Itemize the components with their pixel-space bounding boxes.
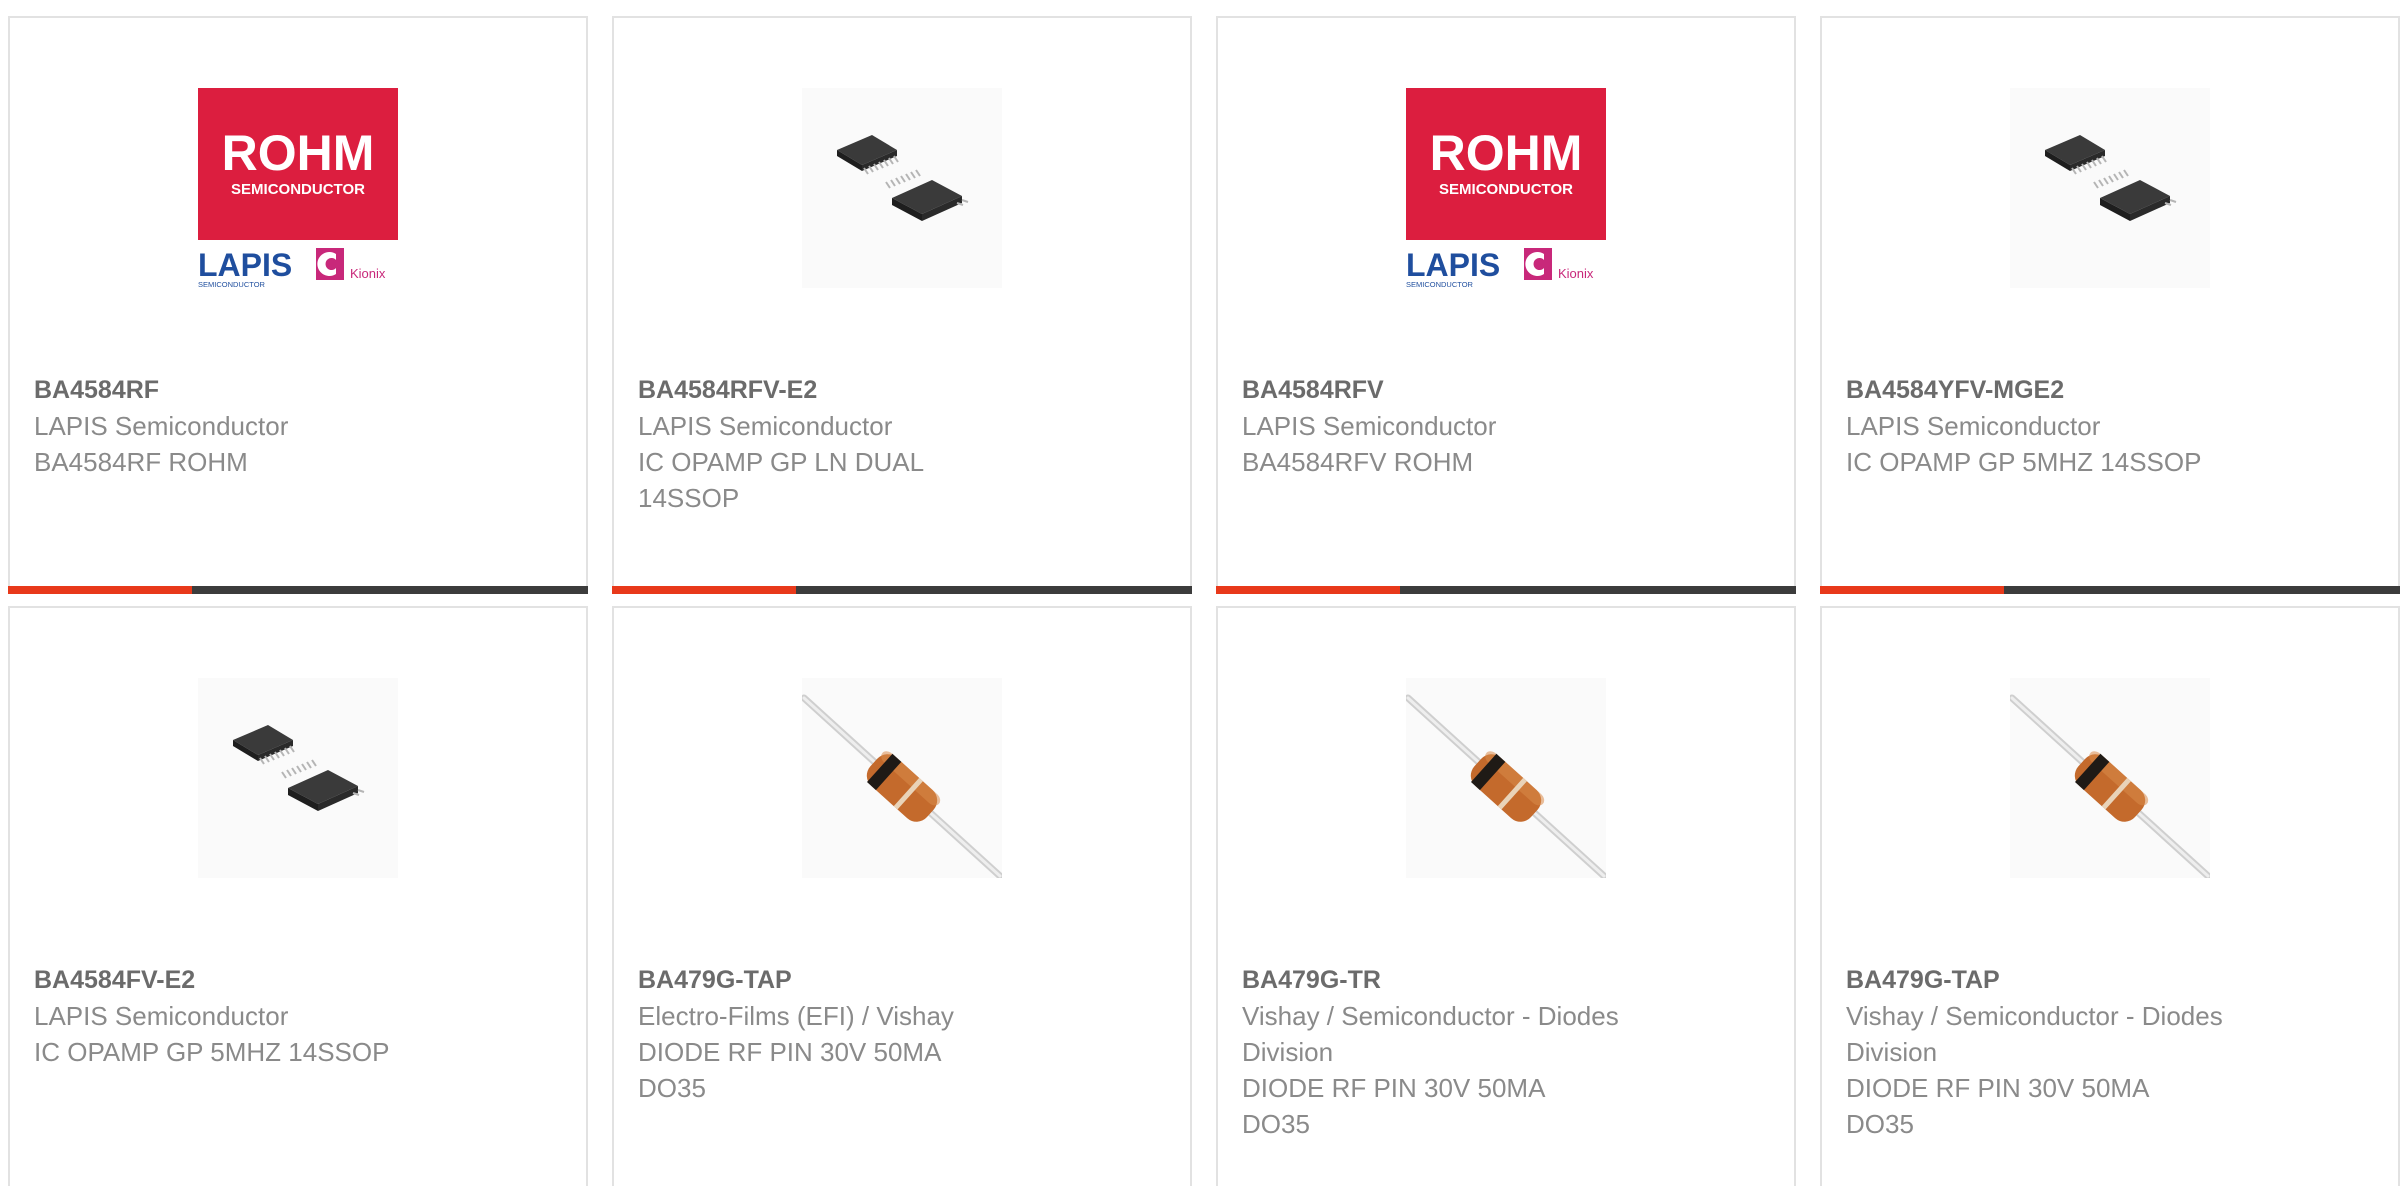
- manufacturer-name: LAPIS Semiconductor: [1242, 411, 1497, 441]
- part-number-link[interactable]: BA479G-TAP: [1846, 962, 2374, 998]
- product-card[interactable]: BA4584RFV-E2 LAPIS Semiconductor IC OPAM…: [612, 16, 1192, 594]
- card-accent-bar: [8, 586, 588, 594]
- manufacturer-name: LAPIS Semiconductor: [34, 411, 289, 441]
- product-card[interactable]: BA4584YFV-MGE2 LAPIS Semiconductor IC OP…: [1820, 16, 2400, 594]
- svg-text:ROHM: ROHM: [1430, 125, 1583, 181]
- axial-diode-icon: [2010, 678, 2210, 878]
- axial-diode-icon: [1406, 678, 1606, 878]
- product-card[interactable]: BA479G-TAP Electro-Films (EFI) / Vishay …: [612, 606, 1192, 1186]
- product-card[interactable]: ROHM SEMICONDUCTOR LAPIS SEMICONDUCTOR K…: [1216, 16, 1796, 594]
- product-info: BA4584RFV LAPIS Semiconductor BA4584RFV …: [1242, 372, 1770, 480]
- accent-segment: [8, 586, 192, 594]
- product-description: DIODE RF PIN 30V 50MA DO35: [638, 1037, 940, 1103]
- rohm-logo: ROHM SEMICONDUCTOR LAPIS SEMICONDUCTOR K…: [1406, 88, 1606, 289]
- card-accent-bar: [1820, 586, 2400, 594]
- part-number-link[interactable]: BA479G-TAP: [638, 962, 1166, 998]
- accent-segment: [1820, 586, 2004, 594]
- card-accent-bar: [612, 586, 1192, 594]
- product-image[interactable]: [2010, 88, 2210, 288]
- svg-text:Kionix: Kionix: [350, 266, 386, 281]
- manufacturer-name: Vishay / Semiconductor - Diodes Division: [1242, 1001, 1619, 1067]
- product-card[interactable]: BA479G-TR Vishay / Semiconductor - Diode…: [1216, 606, 1796, 1186]
- product-description: DIODE RF PIN 30V 50MA DO35: [1242, 1073, 1544, 1139]
- svg-text:SEMICONDUCTOR: SEMICONDUCTOR: [231, 181, 365, 198]
- svg-text:ROHM: ROHM: [222, 125, 375, 181]
- product-description: IC OPAMP GP 5MHZ 14SSOP: [1846, 447, 2202, 477]
- part-number-link[interactable]: BA4584RF: [34, 372, 562, 408]
- manufacturer-name: Electro-Films (EFI) / Vishay: [638, 1001, 954, 1031]
- svg-text:SEMICONDUCTOR: SEMICONDUCTOR: [1439, 181, 1573, 198]
- product-card[interactable]: BA479G-TAP Vishay / Semiconductor - Diod…: [1820, 606, 2400, 1186]
- product-description: DIODE RF PIN 30V 50MA DO35: [1846, 1073, 2148, 1139]
- product-info: BA479G-TR Vishay / Semiconductor - Diode…: [1242, 962, 1770, 1142]
- accent-segment: [612, 586, 796, 594]
- svg-text:SEMICONDUCTOR: SEMICONDUCTOR: [1406, 280, 1474, 288]
- part-number-link[interactable]: BA4584FV-E2: [34, 962, 562, 998]
- product-description: IC OPAMP GP LN DUAL 14SSOP: [638, 447, 924, 513]
- product-description: BA4584RFV ROHM: [1242, 447, 1474, 477]
- svg-text:SEMICONDUCTOR: SEMICONDUCTOR: [198, 280, 266, 288]
- product-image[interactable]: [2010, 678, 2210, 878]
- product-image[interactable]: ROHM SEMICONDUCTOR LAPIS SEMICONDUCTOR K…: [198, 88, 398, 289]
- product-description: BA4584RF ROHM: [34, 447, 248, 477]
- part-number-link[interactable]: BA4584RFV-E2: [638, 372, 1166, 408]
- product-info: BA4584YFV-MGE2 LAPIS Semiconductor IC OP…: [1846, 372, 2374, 480]
- svg-text:LAPIS: LAPIS: [198, 247, 292, 283]
- product-grid: ROHM SEMICONDUCTOR LAPIS SEMICONDUCTOR K…: [0, 0, 2400, 1186]
- product-info: BA479G-TAP Vishay / Semiconductor - Diod…: [1846, 962, 2374, 1142]
- svg-text:Kionix: Kionix: [1558, 266, 1594, 281]
- ssop-chip-icon: [198, 678, 398, 878]
- product-card[interactable]: ROHM SEMICONDUCTOR LAPIS SEMICONDUCTOR K…: [8, 16, 588, 594]
- ssop-chip-icon: [2010, 88, 2210, 288]
- part-number-link[interactable]: BA4584YFV-MGE2: [1846, 372, 2374, 408]
- product-image[interactable]: [1406, 678, 1606, 878]
- rohm-logo: ROHM SEMICONDUCTOR LAPIS SEMICONDUCTOR K…: [198, 88, 398, 289]
- product-info: BA4584FV-E2 LAPIS Semiconductor IC OPAMP…: [34, 962, 562, 1070]
- manufacturer-name: LAPIS Semiconductor: [638, 411, 893, 441]
- svg-text:LAPIS: LAPIS: [1406, 247, 1500, 283]
- card-accent-bar: [1216, 586, 1796, 594]
- ssop-chip-icon: [802, 88, 1002, 288]
- manufacturer-name: LAPIS Semiconductor: [1846, 411, 2101, 441]
- product-info: BA4584RFV-E2 LAPIS Semiconductor IC OPAM…: [638, 372, 1166, 516]
- manufacturer-name: LAPIS Semiconductor: [34, 1001, 289, 1031]
- product-image[interactable]: [802, 88, 1002, 288]
- product-image[interactable]: [802, 678, 1002, 878]
- product-image[interactable]: ROHM SEMICONDUCTOR LAPIS SEMICONDUCTOR K…: [1406, 88, 1606, 289]
- axial-diode-icon: [802, 678, 1002, 878]
- part-number-link[interactable]: BA479G-TR: [1242, 962, 1770, 998]
- part-number-link[interactable]: BA4584RFV: [1242, 372, 1770, 408]
- manufacturer-name: Vishay / Semiconductor - Diodes Division: [1846, 1001, 2223, 1067]
- product-description: IC OPAMP GP 5MHZ 14SSOP: [34, 1037, 390, 1067]
- product-image[interactable]: [198, 678, 398, 878]
- accent-segment: [1216, 586, 1400, 594]
- product-info: BA479G-TAP Electro-Films (EFI) / Vishay …: [638, 962, 1166, 1106]
- product-card[interactable]: BA4584FV-E2 LAPIS Semiconductor IC OPAMP…: [8, 606, 588, 1186]
- product-info: BA4584RF LAPIS Semiconductor BA4584RF RO…: [34, 372, 562, 480]
